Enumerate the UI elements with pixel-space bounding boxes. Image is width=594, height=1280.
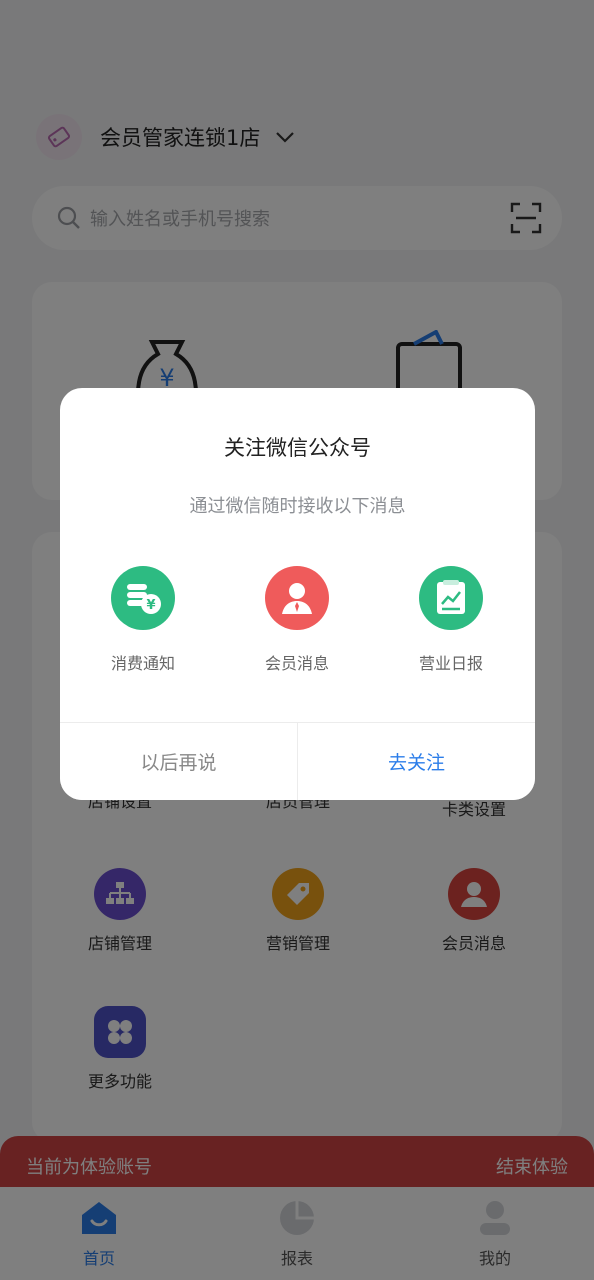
trend-chart-icon: [419, 566, 483, 630]
follow-button[interactable]: 去关注: [298, 723, 535, 800]
dialog-subtitle: 通过微信随时接收以下消息: [189, 496, 406, 517]
dialog-title: 关注微信公众号: [224, 436, 371, 460]
feature-daily-report: 营业日报: [381, 566, 521, 674]
feature-label: 营业日报: [418, 654, 483, 673]
svg-text:¥: ¥: [146, 598, 155, 613]
feature-label: 消费通知: [110, 654, 175, 673]
member-avatar-icon: [265, 566, 329, 630]
feature-consumption-notice: ¥ 消费通知: [73, 566, 213, 674]
feature-member-messages: 会员消息: [227, 566, 367, 674]
feature-label: 会员消息: [264, 654, 329, 673]
follow-wechat-dialog: 关注微信公众号 通过微信随时接收以下消息 ¥ 消费通知 会员消息 营业日报 以后…: [60, 388, 535, 800]
feature-list: ¥ 消费通知 会员消息 营业日报: [60, 566, 535, 676]
dialog-actions: 以后再说 去关注: [60, 722, 535, 800]
later-button[interactable]: 以后再说: [60, 723, 298, 800]
coins-icon: ¥: [111, 566, 175, 630]
